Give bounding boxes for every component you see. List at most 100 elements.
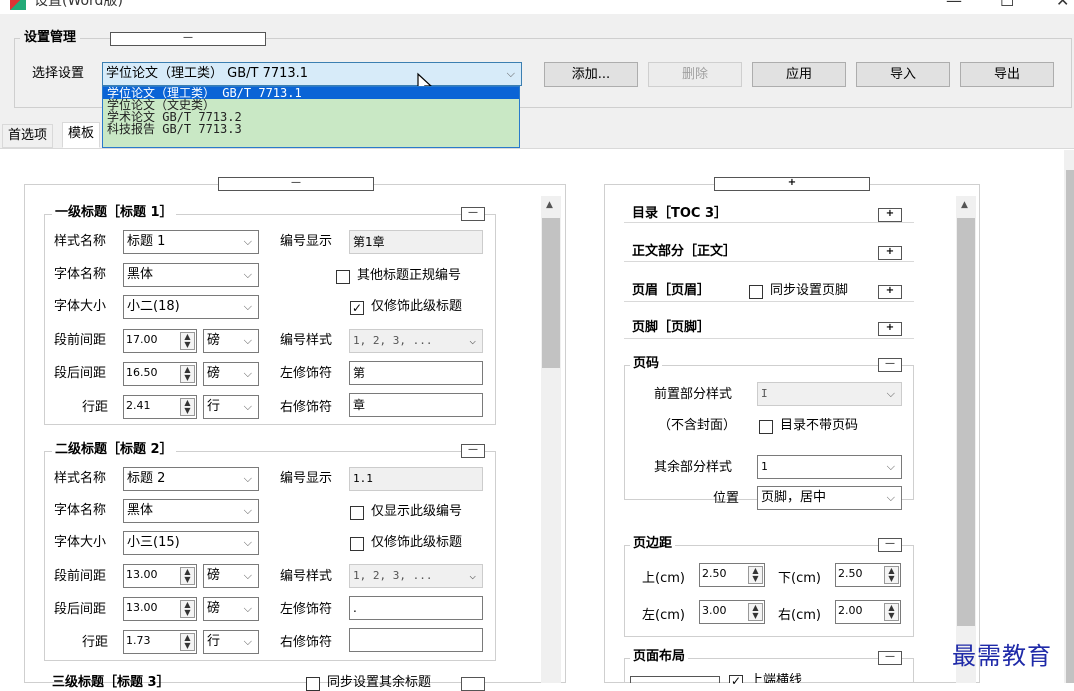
spinner-arrows-icon[interactable]: ▲ ▼ [180,600,195,618]
close-button[interactable]: ✕ [1056,0,1069,10]
setting-select[interactable]: 学位论文（理工类） GB/T 7713.1 ⌵ [102,62,522,86]
import-button[interactable]: 导入 [856,62,950,87]
left-panel-scrollbar[interactable]: ▲ [541,196,561,683]
heading2-collapse-button[interactable]: — [461,444,485,458]
h1-check1-box[interactable] [336,270,350,284]
header-expand-button[interactable]: + [878,285,902,299]
h2-after-unit-select[interactable]: 磅 ⌵ [203,597,259,621]
h1-check1-label[interactable]: 其他标题正规编号 [357,268,461,284]
chevron-down-icon: ⌵ [243,334,252,347]
h2-check2-label[interactable]: 仅修饰此级标题 [371,535,462,551]
left-decorator-label: 左修饰符 [280,602,333,617]
setting-select-value: 学位论文（理工类） GB/T 7713.1 [106,66,309,81]
header-sync-label[interactable]: 同步设置页脚 [770,283,848,299]
spinner-arrows-icon[interactable]: ▲ ▼ [748,603,763,621]
h1-before-spinner[interactable]: 17.00 ▲ ▼ [123,329,197,353]
tab-template[interactable]: 模板 [62,122,101,148]
h2-left-decorator-input[interactable]: . [349,596,483,620]
dropdown-option[interactable]: 科技报告 GB/T 7713.3 [103,123,519,135]
right-scrollbar-thumb[interactable] [957,218,975,626]
h2-num-style-select: 1, 2, 3, ... ⌵ [349,564,483,588]
h1-left-decorator-input[interactable]: 第 [349,361,483,385]
chevron-down-icon: ⌵ [243,472,252,485]
export-button[interactable]: 导出 [960,62,1054,87]
body-expand-button[interactable]: + [878,246,902,260]
space-after-label: 段后间距 [54,602,107,617]
h2-check1-box[interactable] [350,506,364,520]
heading1-collapse-button[interactable]: — [461,207,485,221]
h2-after-spinner[interactable]: 13.00 ▲ ▼ [123,597,197,621]
pagenum-collapse-button[interactable]: — [878,358,902,372]
front-style-select[interactable]: I ⌵ [757,382,902,406]
cover-note-label: （不含封面） [658,418,737,433]
h1-after-unit-select[interactable]: 磅 ⌵ [203,362,259,386]
h2-line-unit-select[interactable]: 行 ⌵ [203,630,259,654]
right-margin-label: 右(cm) [778,608,821,623]
top-margin-spinner[interactable]: 2.50 ▲ ▼ [699,563,765,587]
spinner-arrows-icon[interactable]: ▲ ▼ [180,398,195,416]
bottom-margin-spinner[interactable]: 2.50 ▲ ▼ [835,563,901,587]
position-value: 页脚，居中 [761,490,827,505]
spinner-arrows-icon[interactable]: ▲ ▼ [180,633,195,651]
header-sync-checkbox[interactable] [749,285,763,299]
h1-check2-box[interactable]: ✓ [350,301,364,315]
toc-no-pagenum-checkbox[interactable] [759,420,773,434]
margins-collapse-button[interactable]: — [878,538,902,552]
h1-right-decorator-input[interactable]: 章 [349,393,483,417]
h2-size-select[interactable]: 小三(15) ⌵ [123,531,259,555]
h1-font-select[interactable]: 黑体 ⌵ [123,263,259,287]
h1-line-unit-select[interactable]: 行 ⌵ [203,395,259,419]
h1-size-select[interactable]: 小二(18) ⌵ [123,295,259,319]
spinner-arrows-icon[interactable]: ▲ ▼ [748,566,763,584]
right-panel-expand-button[interactable]: + [714,177,870,191]
right-panel-scrollbar[interactable]: ▲ [956,196,976,683]
minimize-button[interactable]: — [946,0,962,10]
h1-after-spinner[interactable]: 16.50 ▲ ▼ [123,362,197,386]
top-line-label[interactable]: 上端横线 [750,673,802,683]
rest-style-select[interactable]: 1 ⌵ [757,455,902,479]
left-scrollbar-thumb[interactable] [542,218,560,368]
top-line-checkbox[interactable]: ✓ [729,675,743,687]
h1-before-unit-select[interactable]: 磅 ⌵ [203,329,259,353]
h3-sync-checkbox[interactable] [306,677,320,691]
left-margin-spinner[interactable]: 3.00 ▲ ▼ [699,600,765,624]
add-button[interactable]: 添加... [544,62,638,87]
tab-preferences[interactable]: 首选项 [2,124,54,148]
spinner-arrows-icon[interactable]: ▲ ▼ [884,603,899,621]
app-icon [10,0,26,10]
h2-font-select[interactable]: 黑体 ⌵ [123,499,259,523]
h2-before-spinner[interactable]: 13.00 ▲ ▼ [123,564,197,588]
scroll-up-arrow-icon[interactable]: ▲ [961,200,968,210]
heading3-collapse-button[interactable] [461,677,485,691]
h1-style-select[interactable]: 标题 1 ⌵ [123,230,259,254]
h1-line-spinner[interactable]: 2.41 ▲ ▼ [123,395,197,419]
scroll-up-arrow-icon[interactable]: ▲ [546,200,553,210]
h2-line-spinner[interactable]: 1.73 ▲ ▼ [123,630,197,654]
spinner-arrows-icon[interactable]: ▲ ▼ [180,332,195,350]
toc-expand-button[interactable]: + [878,208,902,222]
spinner-arrows-icon[interactable]: ▲ ▼ [884,566,899,584]
setting-dropdown-list[interactable]: 学位论文（理工类） GB/T 7713.1 学位论文（文史类） 学术论文 GB/… [102,86,520,148]
outer-scrollbar[interactable] [1064,150,1074,683]
footer-expand-button[interactable]: + [878,322,902,336]
position-select[interactable]: 页脚，居中 ⌵ [757,486,902,510]
spinner-arrows-icon[interactable]: ▲ ▼ [180,365,195,383]
h1-check2-label[interactable]: 仅修饰此级标题 [371,299,462,315]
h2-style-select[interactable]: 标题 2 ⌵ [123,467,259,491]
h1-before-value: 17.00 [126,333,158,346]
spinner-arrows-icon[interactable]: ▲ ▼ [180,567,195,585]
h2-check2-box[interactable] [350,537,364,551]
h2-right-decorator-input[interactable] [349,628,483,652]
toc-no-pagenum-label[interactable]: 目录不带页码 [780,418,858,434]
left-panel-collapse-button[interactable]: — [218,177,374,191]
h2-before-unit-select[interactable]: 磅 ⌵ [203,564,259,588]
apply-button[interactable]: 应用 [752,62,846,87]
management-collapse-button[interactable]: — [110,32,266,46]
maximize-button[interactable]: ☐ [1000,0,1014,10]
layout-collapse-button[interactable]: — [878,651,902,665]
h3-sync-label[interactable]: 同步设置其余标题 [327,675,431,691]
h2-style-value: 标题 2 [127,471,166,486]
outer-scrollbar-thumb[interactable] [1066,170,1074,683]
right-margin-spinner[interactable]: 2.00 ▲ ▼ [835,600,901,624]
h2-check1-label[interactable]: 仅显示此级编号 [371,504,462,520]
